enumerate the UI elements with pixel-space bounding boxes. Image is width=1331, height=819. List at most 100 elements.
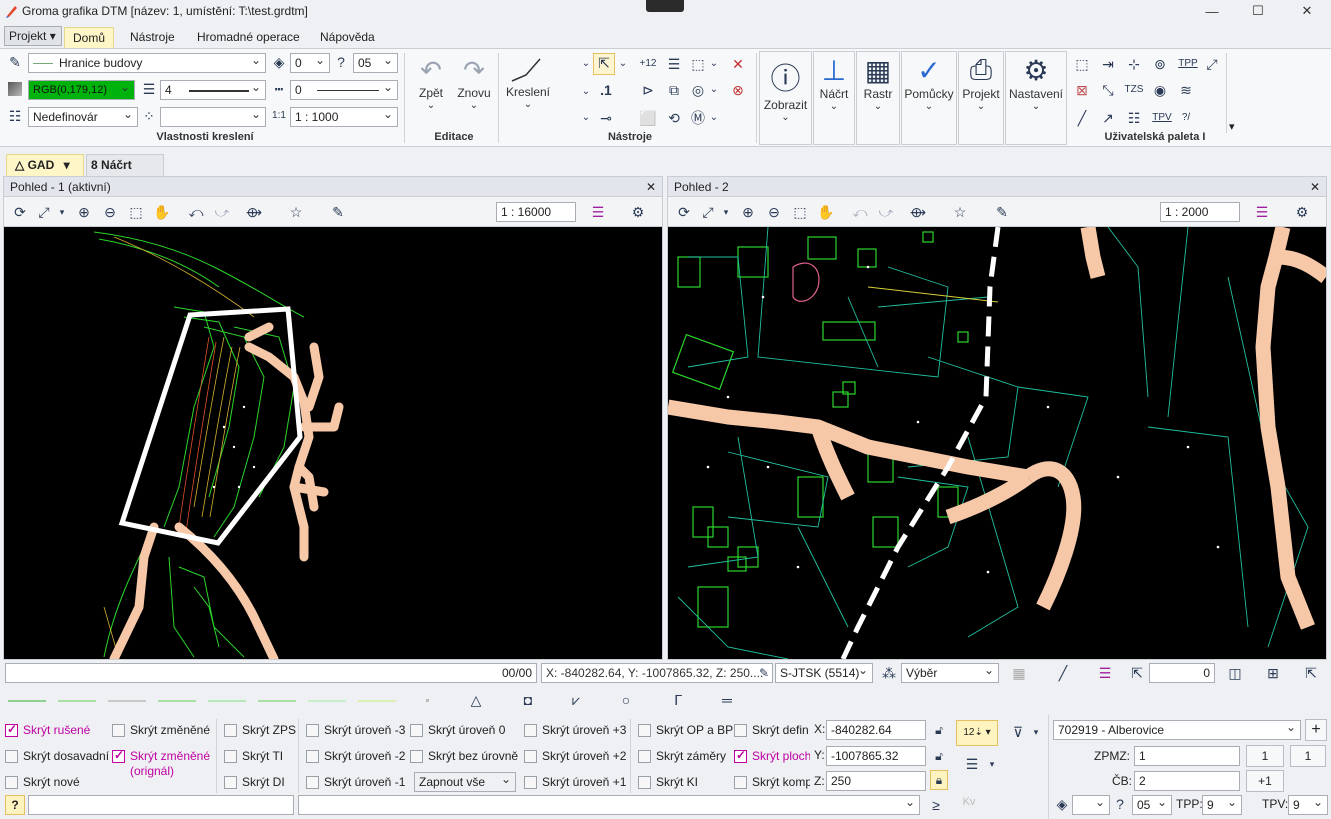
chevron-down-icon[interactable]: ⌄ xyxy=(580,109,592,127)
checkbox[interactable] xyxy=(638,750,651,763)
chevron-down-icon[interactable]: ⌄ xyxy=(708,81,720,99)
remove-icon[interactable]: ⊗ xyxy=(728,81,748,99)
filter-skryt-zmenene[interactable]: Skrýt změněné xyxy=(112,723,210,737)
favorite-star-icon[interactable]: ☆ xyxy=(950,203,970,221)
select-arrow-icon[interactable]: ⇱ xyxy=(593,53,615,75)
mode-select[interactable]: Výběr xyxy=(901,663,999,683)
line-style-7[interactable] xyxy=(308,700,346,702)
checkbox[interactable] xyxy=(306,724,319,737)
tpv-button[interactable]: TPV xyxy=(1150,109,1174,127)
highlight-pen-icon[interactable]: ✎ xyxy=(992,203,1012,221)
previous-view-icon[interactable]: ⤺ xyxy=(850,203,870,221)
y-input[interactable]: -1007865.32 xyxy=(826,746,926,766)
split-icon[interactable]: ⇥ xyxy=(1098,55,1118,73)
fill-select[interactable]: Nedefinovár xyxy=(28,107,138,127)
zoom-extents-icon[interactable]: ⤢ xyxy=(34,203,54,221)
stack-icon[interactable]: ≋ xyxy=(1176,81,1196,99)
drag-handle[interactable] xyxy=(646,0,684,12)
snap-magic-icon[interactable]: ⁂ xyxy=(879,664,899,682)
zapnout-vse-select[interactable]: Zapnout vše xyxy=(414,772,516,792)
pan-hand-icon[interactable]: ✋ xyxy=(152,203,172,221)
filter-skryt-bez-urovne[interactable]: Skrýt bez úrovně xyxy=(410,749,518,763)
vertex-symbol-icon[interactable]: ⩗ xyxy=(566,691,586,709)
numbering-icon[interactable]: +12 xyxy=(638,55,658,73)
unlock-icon[interactable]: 🔓︎ xyxy=(932,721,946,739)
filter-skryt-zamery[interactable]: Skrýt záměry xyxy=(638,749,726,763)
num1-select[interactable]: 0 xyxy=(290,53,330,73)
trim-icon[interactable]: ⊹ xyxy=(1124,55,1144,73)
cb-increment-button[interactable]: +1 xyxy=(1246,770,1284,792)
line-tool-icon[interactable]: ╱ xyxy=(1051,664,1075,682)
filter-skryt-uroven-p2[interactable]: Skrýt úroveň +2 xyxy=(524,749,626,763)
close-icon[interactable]: ✕ xyxy=(646,177,656,197)
view-1-canvas[interactable] xyxy=(4,227,662,659)
numbering-dropdown[interactable]: 12⇣ ▾ xyxy=(956,720,998,746)
line-style-1[interactable] xyxy=(8,700,46,702)
scale-select[interactable]: 1 : 1000 xyxy=(290,107,398,127)
select-rect-icon[interactable]: ⬚ xyxy=(688,55,708,73)
filter-skryt-di[interactable]: Skrýt DI xyxy=(224,775,285,789)
projekt-menu-button[interactable]: Projekt ▾ xyxy=(4,26,62,46)
line-style-4[interactable] xyxy=(158,700,196,702)
add-locality-button[interactable]: + xyxy=(1305,719,1327,741)
tab-nacrt[interactable]: 8 Náčrt xyxy=(86,154,164,176)
tab-napoveda[interactable]: Nápověda xyxy=(312,27,383,48)
bottom-num-select[interactable]: 05 xyxy=(1132,795,1172,815)
annotation-icon[interactable]: Ⓜ xyxy=(688,109,708,127)
checkbox[interactable] xyxy=(112,748,125,763)
num2-select[interactable]: 05 xyxy=(353,53,398,73)
undo-button[interactable]: ↶ Zpět ⌄ xyxy=(412,55,450,111)
checkbox[interactable] xyxy=(524,750,537,763)
caret-down-icon[interactable]: ▾ xyxy=(1030,723,1042,741)
checkbox[interactable] xyxy=(734,749,747,763)
snap-icon[interactable]: ⊳ xyxy=(638,81,658,99)
checkbox[interactable] xyxy=(638,776,651,789)
layers-toggle-icon[interactable]: ☰ xyxy=(1252,203,1272,221)
list-icon[interactable]: ☰ xyxy=(664,55,684,73)
table-icon[interactable]: ☷ xyxy=(1124,109,1144,127)
tzs-icon[interactable]: TZS xyxy=(1124,81,1144,99)
tab-nastroje[interactable]: Nástroje xyxy=(122,27,183,48)
unlock-icon[interactable]: 🔓︎ xyxy=(932,747,946,765)
line-style-6[interactable] xyxy=(258,700,296,702)
line-style-2[interactable] xyxy=(58,700,96,702)
rastr-button[interactable]: ▦ Rastr ⌄ xyxy=(856,51,900,145)
refresh-icon[interactable]: ⟳ xyxy=(674,203,694,221)
tpp-button[interactable]: TPP xyxy=(1176,55,1200,73)
palette-scroll[interactable]: ▾ xyxy=(1226,53,1240,133)
pointer-icon[interactable]: ⇱ xyxy=(1299,664,1323,682)
tpp-select[interactable]: 9 xyxy=(1202,795,1242,815)
zpmz-button-1[interactable]: 1 xyxy=(1246,745,1284,767)
settings-gear-icon[interactable]: ⚙ xyxy=(1292,203,1312,221)
filter-skryt-komp[interactable]: Skrýt komp xyxy=(734,775,810,789)
crs-select[interactable]: S-JTSK (5514) xyxy=(775,663,873,683)
line-icon[interactable]: ╱ xyxy=(1072,109,1092,127)
square-symbol-icon[interactable]: ◘ xyxy=(518,691,538,709)
nacrt-button[interactable]: ⊥ Náčrt ⌄ xyxy=(813,51,855,145)
point-symbol[interactable] xyxy=(426,699,429,702)
checkbox[interactable] xyxy=(224,724,237,737)
chevron-down-icon[interactable]: ▾ xyxy=(52,203,72,221)
filter-skryt-nove[interactable]: Skrýt nové xyxy=(5,775,80,789)
checkbox[interactable] xyxy=(306,750,319,763)
zpmz-input[interactable]: 1 xyxy=(1134,746,1240,766)
filter-skryt-ki[interactable]: Skrýt KI xyxy=(638,775,698,789)
query-icon[interactable]: ?/ xyxy=(1176,109,1196,127)
filter-skryt-op-bp[interactable]: Skrýt OP a BP xyxy=(638,723,733,737)
maximize-icon[interactable]: ☐ xyxy=(1235,0,1281,22)
checkbox[interactable] xyxy=(638,724,651,737)
tpv-select[interactable]: 9 xyxy=(1288,795,1328,815)
zoom-out-icon[interactable]: ⊖ xyxy=(764,203,784,221)
circle-symbol-icon[interactable]: ○ xyxy=(616,691,636,709)
zoom-extents-icon[interactable]: ⤢ xyxy=(698,203,718,221)
checkbox[interactable] xyxy=(410,750,423,763)
highlight-pen-icon[interactable]: ✎ xyxy=(328,203,348,221)
locality-select[interactable]: 702919 - Alberovice xyxy=(1053,720,1301,740)
previous-view-icon[interactable]: ⤺ xyxy=(186,203,206,221)
command-input[interactable] xyxy=(28,795,294,815)
chevron-down-icon[interactable]: ⌄ xyxy=(617,55,629,73)
close-icon[interactable]: ✕ xyxy=(1310,177,1320,197)
filter-skryt-ti[interactable]: Skrýt TI xyxy=(224,749,283,763)
pen-icon[interactable]: ✎ xyxy=(757,664,771,682)
crop-icon[interactable]: ⬚ xyxy=(1072,55,1092,73)
